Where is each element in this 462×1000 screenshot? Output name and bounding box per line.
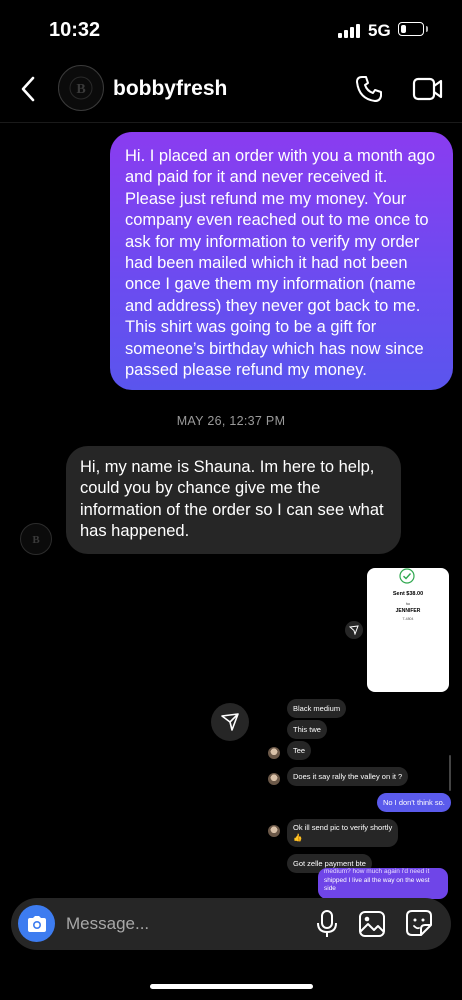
mini-message-outgoing: No I don't think so.: [377, 793, 451, 812]
mini-message-text: shipped I live all the way on the west s…: [324, 876, 430, 893]
share-icon[interactable]: [211, 703, 249, 741]
phone-call-icon[interactable]: [354, 74, 384, 104]
microphone-icon[interactable]: [314, 909, 340, 939]
sender-avatar[interactable]: B: [20, 523, 52, 555]
camera-icon: [27, 915, 46, 932]
mini-message-text: medium? how much again i'd need it: [324, 868, 430, 875]
checkmark-icon: [399, 568, 415, 584]
payment-sent-text: Sent $38.00: [392, 591, 424, 597]
sticker-icon[interactable]: [404, 908, 434, 938]
outgoing-message-bubble[interactable]: Hi. I placed an order with you a month a…: [110, 132, 453, 390]
logo-icon: B: [32, 534, 40, 546]
payment-account: T-4804: [402, 617, 414, 621]
mini-message: This twe: [287, 720, 327, 739]
mini-avatar: [268, 747, 280, 759]
video-call-icon[interactable]: [412, 74, 444, 104]
back-arrow-icon[interactable]: [18, 74, 40, 104]
mini-avatar: [268, 825, 280, 837]
mini-message: Ok ill send pic to verify shortly 👍: [287, 819, 399, 847]
mini-avatar: [268, 773, 280, 785]
incoming-message-bubble[interactable]: Hi, my name is Shauna. Im here to help, …: [66, 446, 401, 554]
logo-icon: B: [69, 76, 93, 100]
battery-icon: [398, 22, 424, 36]
mini-scrollbar: [449, 755, 451, 791]
gallery-icon[interactable]: [357, 909, 387, 939]
mini-message: Black medium: [287, 699, 347, 718]
network-label: 5G: [368, 21, 391, 40]
message-input[interactable]: [66, 912, 306, 936]
share-icon[interactable]: [345, 621, 363, 639]
svg-text:B: B: [76, 82, 85, 97]
mini-message-text: Ok ill send pic to verify shortly: [293, 823, 393, 832]
mini-message: Tee: [287, 741, 312, 760]
battery-nub: [426, 26, 428, 32]
camera-button[interactable]: [18, 905, 55, 942]
mini-message-outgoing: medium? how much again i'd need it shipp…: [318, 868, 448, 899]
home-indicator[interactable]: [150, 984, 313, 989]
thumbs-up-icon: 👍: [293, 833, 303, 842]
message-timestamp: MAY 26, 12:37 PM: [176, 414, 286, 428]
svg-text:B: B: [32, 534, 40, 546]
contact-avatar[interactable]: B: [58, 65, 104, 111]
contact-username[interactable]: bobbyfresh: [113, 77, 227, 101]
mini-message: Does it say rally the valley on it ?: [287, 767, 409, 786]
status-time: 10:32: [49, 19, 101, 41]
payment-to-text: to: [406, 601, 410, 606]
payment-recipient: JENNIFER: [395, 608, 421, 614]
signal-icon: [338, 24, 362, 38]
shared-image-message[interactable]: Sent $38.00 to JENNIFER T-4804: [367, 568, 449, 692]
